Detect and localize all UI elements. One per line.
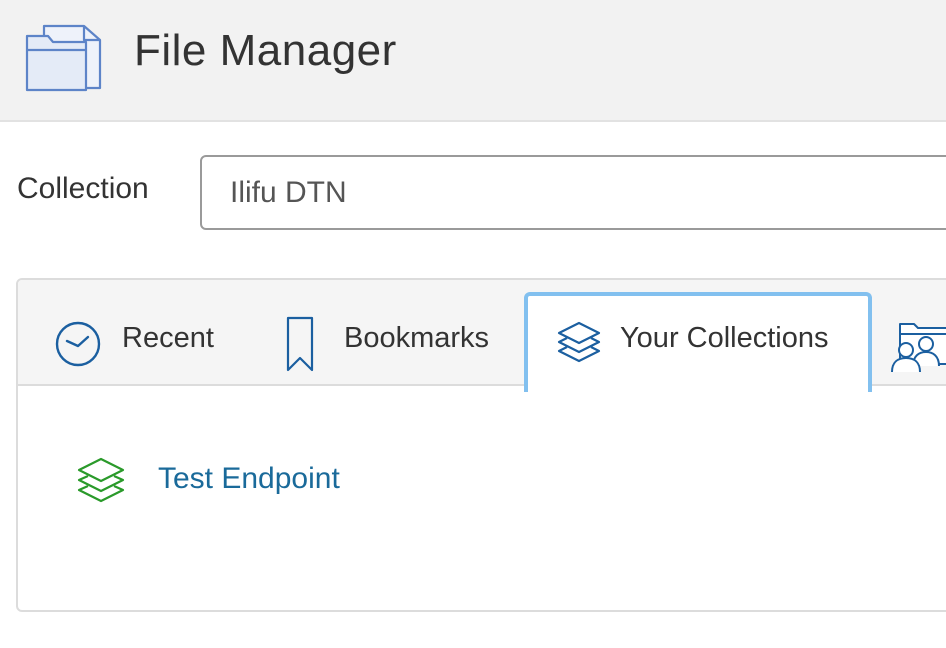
tab-your-collections[interactable]: Your Collections xyxy=(524,292,872,392)
tab-your-collections-label: Your Collections xyxy=(620,322,829,354)
app-header: File Manager xyxy=(0,0,946,122)
tab-bookmarks[interactable]: Bookmarks xyxy=(268,280,518,386)
tab-bar: Recent Bookmarks Your Collections xyxy=(18,280,946,392)
tab-bookmarks-label: Bookmarks xyxy=(344,322,490,354)
page-title: File Manager xyxy=(134,26,397,75)
collections-panel: Recent Bookmarks Your Collections Test E… xyxy=(16,278,946,612)
layers-icon xyxy=(77,457,125,503)
tab-shared-with-you[interactable] xyxy=(884,280,946,386)
tab-recent-label: Recent xyxy=(122,322,214,354)
bookmark-icon xyxy=(286,316,314,372)
layers-icon xyxy=(557,321,601,363)
collection-search-input[interactable] xyxy=(200,155,946,230)
collection-link[interactable]: Test Endpoint xyxy=(158,462,340,496)
collection-label: Collection xyxy=(17,172,149,205)
clock-icon xyxy=(55,321,101,367)
list-item[interactable]: Test Endpoint xyxy=(76,456,476,516)
tab-recent[interactable]: Recent xyxy=(48,280,248,386)
shared-users-icon xyxy=(891,323,946,373)
folder-icon xyxy=(25,24,102,92)
